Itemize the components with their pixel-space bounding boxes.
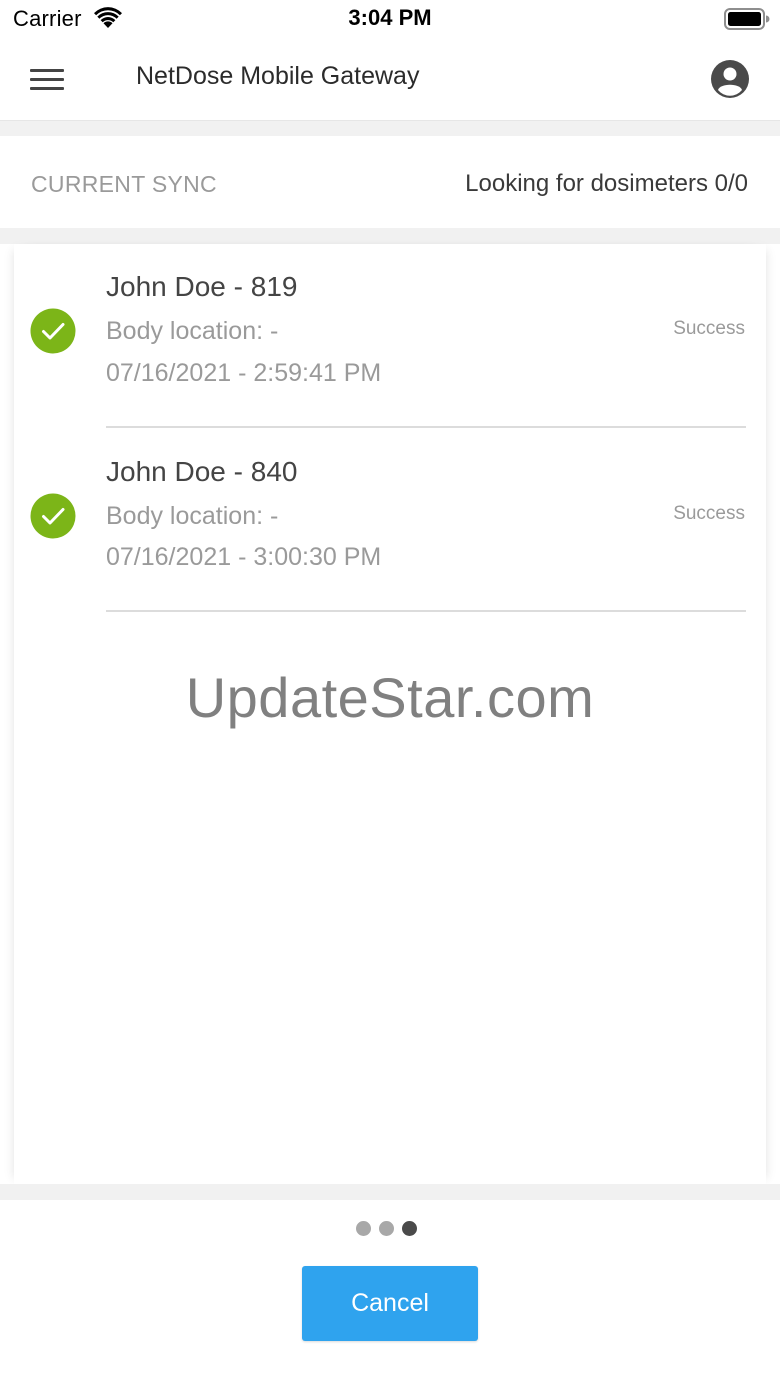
device-body-location: Body location: - [106,317,279,345]
sync-status-text: Looking for dosimeters 0/0 [465,170,748,197]
footer-band-background [0,1184,780,1200]
page-indicator [354,1221,420,1237]
row-divider [106,610,746,612]
app-header: NetDose Mobile Gateway [0,40,780,121]
check-circle-icon [30,493,76,539]
device-sync-result: Success [673,318,745,339]
device-timestamp: 07/16/2021 - 3:00:30 PM [106,543,382,571]
device-timestamp: 07/16/2021 - 2:59:41 PM [106,359,382,387]
device-body-location: Body location: - [106,502,279,530]
page-dot [356,1221,371,1236]
current-sync-bar: CURRENT SYNC Looking for dosimeters 0/0 [0,136,780,228]
hamburger-menu-icon[interactable] [27,62,67,96]
status-bar: Carrier 3:04 PM [0,0,780,40]
app-title: NetDose Mobile Gateway [136,62,420,90]
page-dot [379,1221,394,1236]
device-name: John Doe - 819 [106,271,298,302]
current-sync-label: CURRENT SYNC [31,171,217,197]
page-dot-active [402,1221,417,1236]
watermark-text: UpdateStar.com [185,666,595,729]
device-list-item[interactable]: John Doe - 840 Body location: - 07/16/20… [0,428,780,612]
battery-icon [724,8,770,30]
footer: Cancel [0,1200,780,1387]
user-account-icon[interactable] [710,59,750,99]
device-list-item[interactable]: John Doe - 819 Body location: - 07/16/20… [0,244,780,428]
check-circle-icon [30,308,76,354]
status-time: 3:04 PM [348,5,432,30]
cancel-button[interactable]: Cancel [302,1266,478,1341]
device-name: John Doe - 840 [106,456,298,487]
device-sync-result: Success [673,503,745,524]
